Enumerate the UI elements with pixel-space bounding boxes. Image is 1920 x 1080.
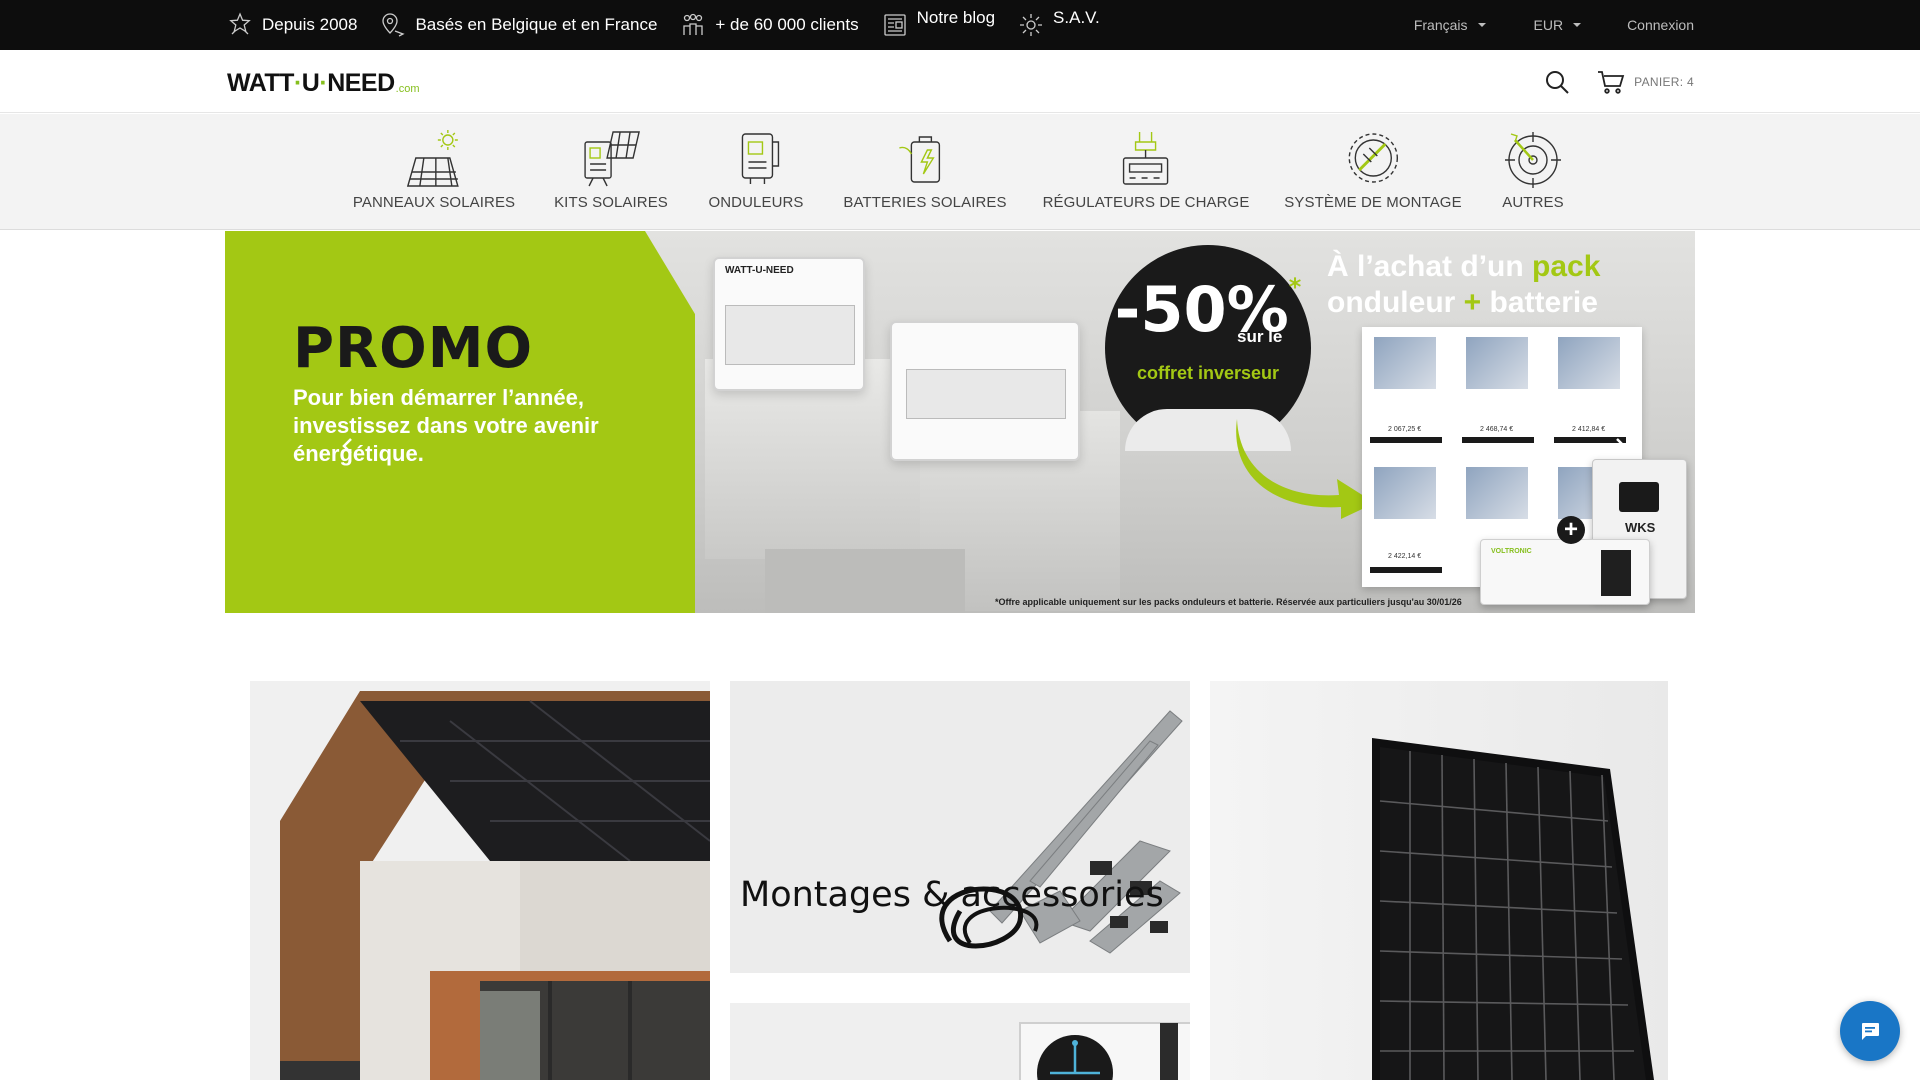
- promo-disclaimer: *Offre applicable uniquement sur les pac…: [995, 597, 1462, 607]
- category-card-house[interactable]: [250, 681, 710, 1080]
- search-icon: [1546, 70, 1569, 94]
- carousel-prev-icon[interactable]: [338, 436, 358, 456]
- inverter-product-image: [730, 1003, 1190, 1080]
- nav-item-panneaux-solaires[interactable]: PANNEAUX SOLAIRES: [353, 128, 515, 211]
- logo-text: WATT·U·NEED: [227, 69, 395, 97]
- chevron-down-icon: [1573, 23, 1582, 27]
- inverter-icon: [741, 133, 779, 184]
- hero-banner[interactable]: PROMO Pour bien démarrer l’année, invest…: [225, 231, 1695, 613]
- concrete-block: [765, 549, 965, 613]
- language-select[interactable]: Français: [1414, 17, 1486, 33]
- plus-icon: +: [1557, 516, 1585, 544]
- pack-title: À l’achat d’un pack onduleur + batterie: [1327, 250, 1601, 319]
- category-card-inverters[interactable]: [730, 1003, 1190, 1080]
- inverter-cabinet-product: WATT-U-NEED: [713, 257, 865, 391]
- chat-button[interactable]: [1840, 1001, 1900, 1061]
- solar-panel-image: [1372, 738, 1654, 1080]
- solar-panel-icon: [407, 130, 459, 187]
- gear-support-icon: [1020, 14, 1043, 36]
- nav-item-onduleurs[interactable]: ONDULEURS: [708, 128, 803, 211]
- trust-since: Depuis 2008: [226, 11, 357, 39]
- search-button[interactable]: [1542, 67, 1572, 97]
- green-arrow-graphic: [1236, 419, 1375, 519]
- top-bar: Depuis 2008 Basés en Belgique et en Fran…: [0, 0, 1920, 50]
- login-link[interactable]: Connexion: [1627, 17, 1694, 33]
- nav-item-regulateurs-de-charge[interactable]: RÉGULATEURS DE CHARGE: [1043, 128, 1250, 211]
- cart-button[interactable]: PANIER: 4: [1596, 67, 1694, 97]
- cart-icon: [1598, 70, 1625, 94]
- trust-blog[interactable]: Notre blog: [881, 0, 995, 39]
- trust-strip: Depuis 2008 Basés en Belgique et en Fran…: [226, 0, 1122, 50]
- newspaper-icon: [883, 14, 906, 36]
- star-badge-icon: [229, 12, 251, 35]
- trust-clients: + de 60 000 clients: [679, 11, 859, 39]
- chat-icon: [1862, 1023, 1879, 1040]
- top-right-controls: Français EUR Connexion: [1366, 0, 1694, 50]
- solar-kit-icon: [584, 131, 640, 187]
- house-solar-image: [250, 681, 710, 1080]
- category-nav: PANNEAUX SOLAIRES KITS SOLAIRES ONDULEUR…: [0, 114, 1920, 230]
- nav-item-kits-solaires[interactable]: KITS SOLAIRES: [554, 128, 668, 211]
- nav-item-systeme-de-montage[interactable]: SYSTÈME DE MONTAGE: [1284, 128, 1462, 211]
- charge-controller-icon: [1123, 132, 1169, 185]
- map-pin-icon: [382, 13, 406, 37]
- currency-select[interactable]: EUR: [1534, 17, 1582, 33]
- target-icon: [1505, 132, 1561, 188]
- nav-item-batteries-solaires[interactable]: BATTERIES SOLAIRES: [843, 128, 1007, 211]
- chevron-down-icon: [1477, 23, 1486, 27]
- mounting-card-title: Montages & accessories: [740, 875, 1164, 915]
- carousel-next-icon[interactable]: [1610, 436, 1630, 456]
- header-actions: PANIER: 4: [1542, 50, 1694, 113]
- trust-location: Basés en Belgique et en France: [379, 11, 657, 39]
- category-card-solar-panels[interactable]: [1210, 681, 1668, 1080]
- nav-item-autres[interactable]: AUTRES: [1501, 128, 1565, 211]
- inverter-cabinet-product: [890, 321, 1080, 461]
- mounting-system-icon: [1348, 133, 1398, 183]
- category-card-mounting[interactable]: Montages & accessories: [730, 681, 1190, 973]
- logo-tld: .com: [395, 83, 420, 95]
- battery-icon: [898, 136, 940, 183]
- mounting-accessories-image: [730, 681, 1190, 973]
- people-icon: [683, 13, 704, 35]
- battery-product: VOLTRONIC: [1480, 539, 1650, 605]
- trust-sav[interactable]: S.A.V.: [1017, 0, 1100, 39]
- site-logo[interactable]: WATT·U·NEED .com: [227, 68, 420, 98]
- promo-title: PROMO: [293, 316, 534, 381]
- cart-label: PANIER: 4: [1634, 74, 1694, 89]
- main-header: WATT·U·NEED .com PANIER: 4: [0, 50, 1920, 113]
